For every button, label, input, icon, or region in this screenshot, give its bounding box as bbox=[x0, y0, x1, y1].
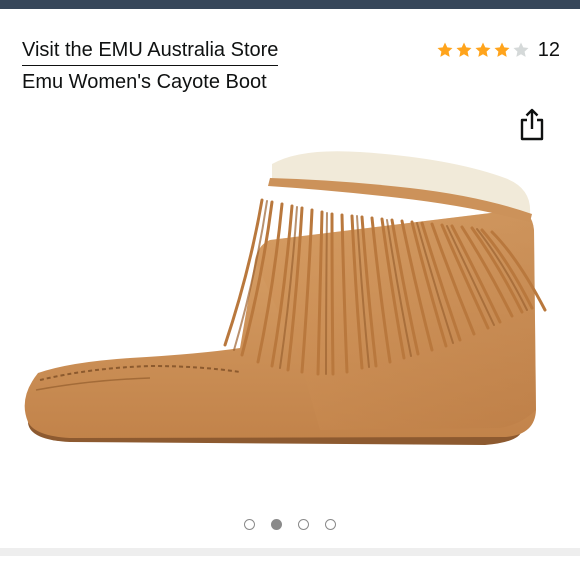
top-nav-bar bbox=[0, 0, 580, 9]
product-title: Emu Women's Cayote Boot bbox=[22, 71, 267, 93]
carousel-dot[interactable] bbox=[244, 519, 255, 530]
visit-store-link[interactable]: Visit the EMU Australia Store bbox=[22, 38, 279, 66]
carousel-dot[interactable] bbox=[298, 519, 309, 530]
image-carousel-indicator bbox=[0, 519, 580, 537]
rating-summary[interactable]: 12 bbox=[436, 38, 560, 62]
product-image[interactable] bbox=[0, 140, 580, 470]
share-icon bbox=[520, 108, 544, 141]
star-empty-icon bbox=[513, 42, 529, 57]
share-button[interactable] bbox=[514, 104, 550, 144]
rating-count: 12 bbox=[537, 39, 560, 61]
star-rating bbox=[436, 41, 530, 59]
star-icon bbox=[494, 42, 510, 57]
star-icon bbox=[456, 42, 472, 57]
carousel-dot[interactable] bbox=[325, 519, 336, 530]
star-icon bbox=[475, 42, 491, 57]
star-icon bbox=[437, 42, 453, 57]
carousel-dot-active[interactable] bbox=[271, 519, 282, 530]
section-divider bbox=[0, 548, 580, 556]
